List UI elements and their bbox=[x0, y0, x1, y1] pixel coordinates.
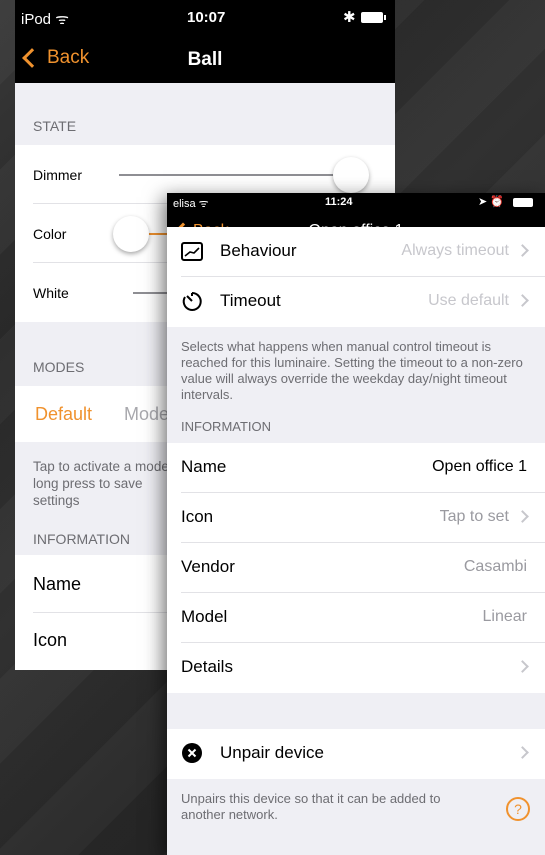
info-row-icon[interactable]: Icon Tap to set bbox=[167, 493, 545, 543]
mode-default[interactable]: Default bbox=[35, 404, 92, 425]
chevron-right-icon bbox=[516, 510, 529, 523]
section-header-state: STATE bbox=[33, 118, 77, 134]
dimmer-knob[interactable] bbox=[333, 157, 369, 193]
status-bar: iPod ᯤ 10:07 ✱ bbox=[15, 0, 395, 37]
info-label: Name bbox=[181, 457, 227, 476]
unpair-row[interactable]: Unpair device bbox=[167, 729, 545, 779]
info-value: Casambi bbox=[463, 558, 527, 575]
behaviour-icon bbox=[181, 242, 203, 261]
modes-footer: Tap to activate a mode, long press to sa… bbox=[33, 459, 173, 508]
info-label: Details bbox=[181, 657, 233, 676]
info-value: Tap to set bbox=[439, 508, 509, 525]
info-label: Icon bbox=[181, 507, 214, 526]
info-row-vendor: Vendor Casambi bbox=[167, 543, 545, 593]
close-circle-icon bbox=[182, 743, 202, 763]
unpair-footer: Unpairs this device so that it can be ad… bbox=[181, 791, 441, 822]
section-header-information: INFORMATION bbox=[181, 419, 272, 434]
bluetooth-icon: ✱ bbox=[343, 9, 356, 26]
chevron-right-icon bbox=[516, 244, 529, 257]
location-alarm-icon: ➤ ⏰ bbox=[478, 196, 504, 208]
timeout-description: Selects what happens when manual control… bbox=[181, 339, 523, 402]
dimmer-track[interactable] bbox=[119, 174, 351, 176]
info-label: Icon bbox=[33, 630, 68, 650]
chevron-right-icon bbox=[516, 660, 529, 673]
info-value: Linear bbox=[482, 608, 527, 625]
info-label: Vendor bbox=[181, 557, 235, 576]
carrier-label: elisa ᯤ bbox=[173, 198, 209, 210]
chevron-right-icon bbox=[516, 746, 529, 759]
mode-item[interactable]: Mode bbox=[124, 404, 169, 425]
status-bar: elisa ᯤ 11:24 ➤ ⏰ bbox=[167, 193, 545, 213]
timeout-value: Use default bbox=[428, 292, 509, 309]
info-label: Model bbox=[181, 607, 228, 626]
nav-bar: Back Ball bbox=[15, 37, 395, 83]
behaviour-label: Behaviour bbox=[220, 241, 297, 260]
status-time: 11:24 bbox=[325, 196, 353, 208]
status-time: 10:07 bbox=[187, 9, 226, 26]
help-icon[interactable]: ? bbox=[506, 797, 530, 821]
front-screenshot: elisa ᯤ 11:24 ➤ ⏰ Back Open office 1 Beh… bbox=[167, 193, 545, 855]
slider-label: Color bbox=[33, 226, 67, 242]
info-row-details[interactable]: Details bbox=[167, 643, 545, 693]
battery-icon bbox=[513, 198, 533, 207]
info-value: Open office 1 bbox=[432, 458, 527, 475]
page-title: Ball bbox=[187, 49, 223, 70]
carrier-label: iPod ᯤ bbox=[21, 11, 69, 28]
slider-label: White bbox=[33, 285, 69, 301]
behaviour-value: Always timeout bbox=[401, 242, 509, 259]
info-row-model: Model Linear bbox=[167, 593, 545, 643]
color-knob[interactable] bbox=[113, 216, 149, 252]
unpair-label: Unpair device bbox=[220, 743, 324, 762]
behaviour-row[interactable]: Behaviour Always timeout bbox=[167, 227, 545, 277]
timeout-label: Timeout bbox=[220, 291, 281, 310]
chevron-right-icon bbox=[516, 294, 529, 307]
battery-icon bbox=[361, 12, 386, 23]
timer-icon bbox=[182, 291, 202, 311]
info-label: Name bbox=[33, 574, 82, 594]
slider-label: Dimmer bbox=[33, 167, 82, 183]
info-row-name[interactable]: Name Open office 1 bbox=[167, 443, 545, 493]
timeout-row[interactable]: Timeout Use default bbox=[167, 277, 545, 327]
